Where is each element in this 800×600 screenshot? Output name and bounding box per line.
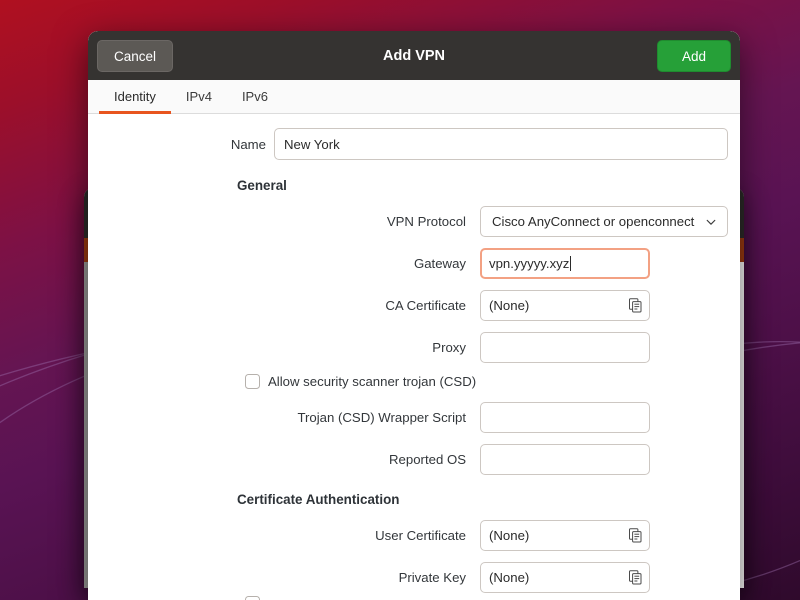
allow-csd-label: Allow security scanner trojan (CSD) [268,374,477,389]
private-key-filechooser[interactable]: (None) [480,562,650,593]
tab-ipv4[interactable]: IPv4 [171,80,227,113]
tab-bar: Identity IPv4 IPv6 [88,80,740,114]
user-certificate-row: User Certificate (None) [88,520,740,551]
dialog-headerbar: Cancel Add VPN Add [88,31,740,80]
gateway-value: vpn.yyyyy.xyz [489,256,570,271]
file-picker-icon[interactable] [627,569,644,586]
dialog-title: Add VPN [382,47,446,64]
private-key-label: Private Key [398,570,466,585]
cancel-button[interactable]: Cancel [97,39,174,72]
add-vpn-dialog: Cancel Add VPN Add Identity IPv4 IPv6 Na… [88,31,740,600]
vpn-protocol-dropdown[interactable]: Cisco AnyConnect or openconnect [480,206,728,237]
private-key-row: Private Key (None) [88,562,740,593]
ca-certificate-label: CA Certificate [385,298,466,313]
tab-ipv4-label: IPv4 [185,89,212,104]
name-label: Name [230,136,266,152]
file-picker-icon[interactable] [627,297,644,314]
next-checkbox-partial[interactable] [245,596,260,600]
general-section-title: General [237,178,287,193]
vpn-protocol-row: VPN Protocol Cisco AnyConnect or opencon… [88,206,740,237]
gateway-row: Gateway vpn.yyyyy.xyz [88,248,740,279]
certificate-authentication-section-title: Certificate Authentication [237,492,400,507]
trojan-wrapper-script-label: Trojan (CSD) Wrapper Script [297,410,466,425]
tab-ipv6[interactable]: IPv6 [227,80,283,113]
allow-csd-row[interactable]: Allow security scanner trojan (CSD) [88,374,740,389]
reported-os-label: Reported OS [389,452,466,467]
vpn-protocol-label: VPN Protocol [386,214,466,229]
private-key-value: (None) [489,570,530,585]
chevron-down-icon [706,219,716,225]
trojan-wrapper-script-input[interactable] [480,402,650,433]
file-picker-icon[interactable] [627,527,644,544]
ca-certificate-filechooser[interactable]: (None) [480,290,650,321]
proxy-label: Proxy [432,340,466,355]
user-certificate-label: User Certificate [375,528,466,543]
gateway-input[interactable]: vpn.yyyyy.xyz [480,248,650,279]
name-input[interactable] [274,128,728,160]
desktop-background: Cancel Add VPN Add Identity IPv4 IPv6 Na… [0,0,800,600]
text-cursor [570,256,572,271]
add-button[interactable]: Add [657,39,731,72]
vpn-protocol-value: Cisco AnyConnect or openconnect [492,214,695,229]
ca-certificate-row: CA Certificate (None) [88,290,740,321]
tab-ipv6-label: IPv6 [241,89,268,104]
tab-identity-label: Identity [114,89,156,104]
proxy-input[interactable] [480,332,650,363]
identity-form: Name General VPN Protocol Cisco AnyConne… [88,114,740,600]
allow-csd-checkbox[interactable] [245,374,260,389]
ca-certificate-value: (None) [489,298,530,313]
tab-identity[interactable]: Identity [99,80,171,114]
trojan-wrapper-script-row: Trojan (CSD) Wrapper Script [88,402,740,433]
user-certificate-value: (None) [489,528,530,543]
reported-os-input[interactable] [480,444,650,475]
reported-os-row: Reported OS [88,444,740,475]
proxy-row: Proxy [88,332,740,363]
gateway-label: Gateway [413,256,466,271]
name-row: Name [88,128,740,160]
user-certificate-filechooser[interactable]: (None) [480,520,650,551]
